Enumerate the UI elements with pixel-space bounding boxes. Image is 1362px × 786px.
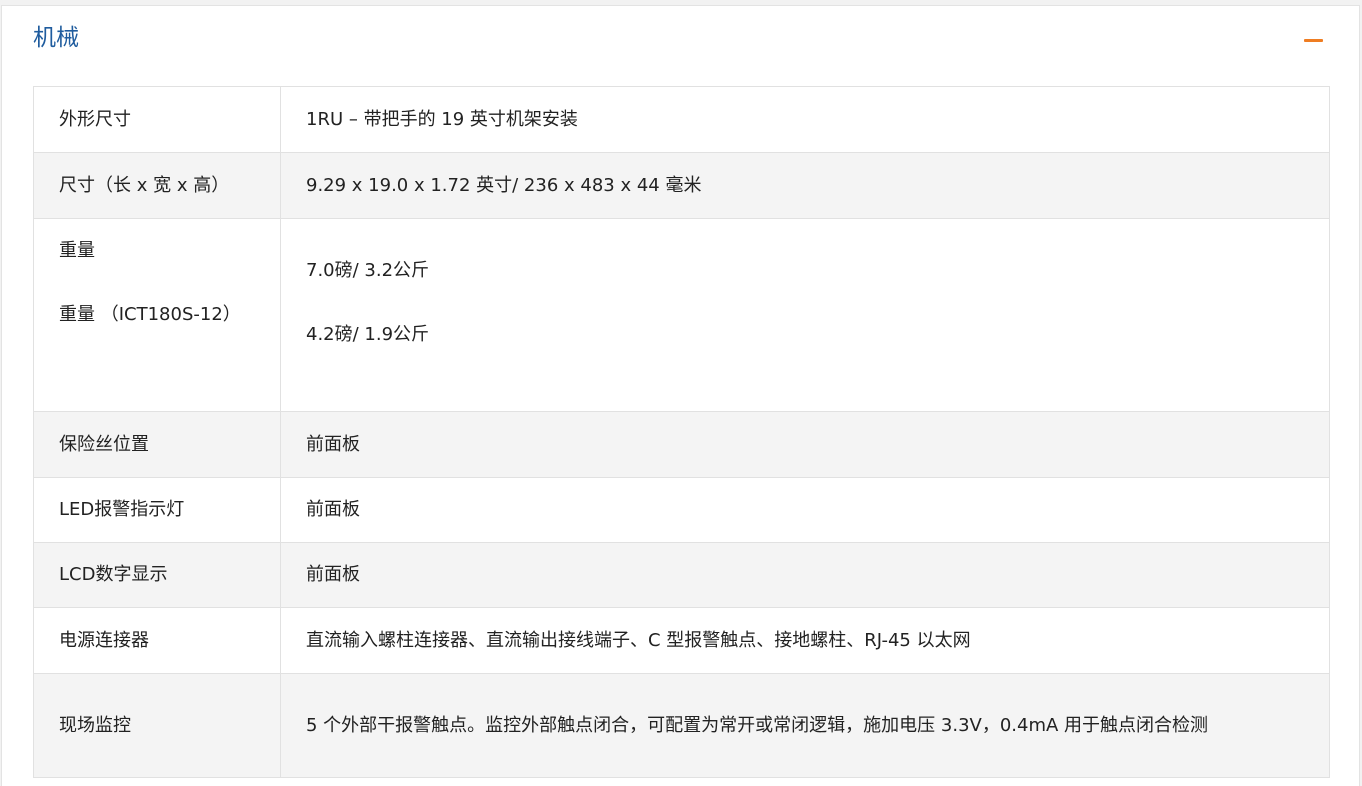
- spec-value: 1RU – 带把手的 19 英寸机架安装: [280, 86, 1330, 153]
- section-header[interactable]: 机械: [2, 6, 1359, 72]
- table-row: 现场监控 5 个外部干报警触点。监控外部触点闭合，可配置为常开或常闭逻辑，施加电…: [33, 673, 1330, 778]
- table-row: LED报警指示灯 前面板: [33, 477, 1330, 543]
- table-row: LCD数字显示 前面板: [33, 542, 1330, 608]
- spec-value: 7.0磅/ 3.2公斤: [306, 260, 430, 281]
- table-row: 重量 重量 （ICT180S-12） 7.0磅/ 3.2公斤 4.2磅/ 1.9…: [33, 218, 1330, 412]
- spec-label: 电源连接器: [33, 607, 281, 674]
- spec-label: 尺寸（长 x 宽 x 高）: [33, 152, 281, 219]
- spec-value: 前面板: [280, 477, 1330, 543]
- spec-value: 5 个外部干报警触点。监控外部触点闭合，可配置为常开或常闭逻辑，施加电压 3.3…: [280, 673, 1330, 778]
- spec-label-cell: 重量 重量 （ICT180S-12）: [33, 218, 281, 412]
- specs-table: 外形尺寸 1RU – 带把手的 19 英寸机架安装 尺寸（长 x 宽 x 高） …: [33, 86, 1330, 778]
- spec-label: 现场监控: [33, 673, 281, 778]
- collapse-button[interactable]: [1298, 26, 1330, 54]
- table-row: 保险丝位置 前面板: [33, 411, 1330, 478]
- spec-value: 前面板: [280, 542, 1330, 608]
- table-row: 尺寸（长 x 宽 x 高） 9.29 x 19.0 x 1.72 英寸/ 236…: [33, 152, 1330, 219]
- spec-label: LCD数字显示: [33, 542, 281, 608]
- spec-value-cell: 7.0磅/ 3.2公斤 4.2磅/ 1.9公斤: [280, 218, 1330, 412]
- spec-label: LED报警指示灯: [33, 477, 281, 543]
- minus-icon: [1304, 39, 1323, 42]
- spec-value-secondary: 4.2磅/ 1.9公斤: [306, 324, 430, 345]
- spec-label: 保险丝位置: [33, 411, 281, 478]
- mechanical-section: 机械 外形尺寸 1RU – 带把手的 19 英寸机架安装 尺寸（长 x 宽 x …: [1, 5, 1360, 786]
- section-title: 机械: [33, 25, 79, 51]
- spec-label-secondary: 重量 （ICT180S-12）: [59, 304, 241, 325]
- table-row: 外形尺寸 1RU – 带把手的 19 英寸机架安装: [33, 86, 1330, 153]
- spec-label: 重量: [59, 240, 95, 261]
- table-row: 电源连接器 直流输入螺柱连接器、直流输出接线端子、C 型报警触点、接地螺柱、RJ…: [33, 607, 1330, 674]
- spec-label: 外形尺寸: [33, 86, 281, 153]
- spec-value: 前面板: [280, 411, 1330, 478]
- spec-value: 直流输入螺柱连接器、直流输出接线端子、C 型报警触点、接地螺柱、RJ-45 以太…: [280, 607, 1330, 674]
- spec-value: 9.29 x 19.0 x 1.72 英寸/ 236 x 483 x 44 毫米: [280, 152, 1330, 219]
